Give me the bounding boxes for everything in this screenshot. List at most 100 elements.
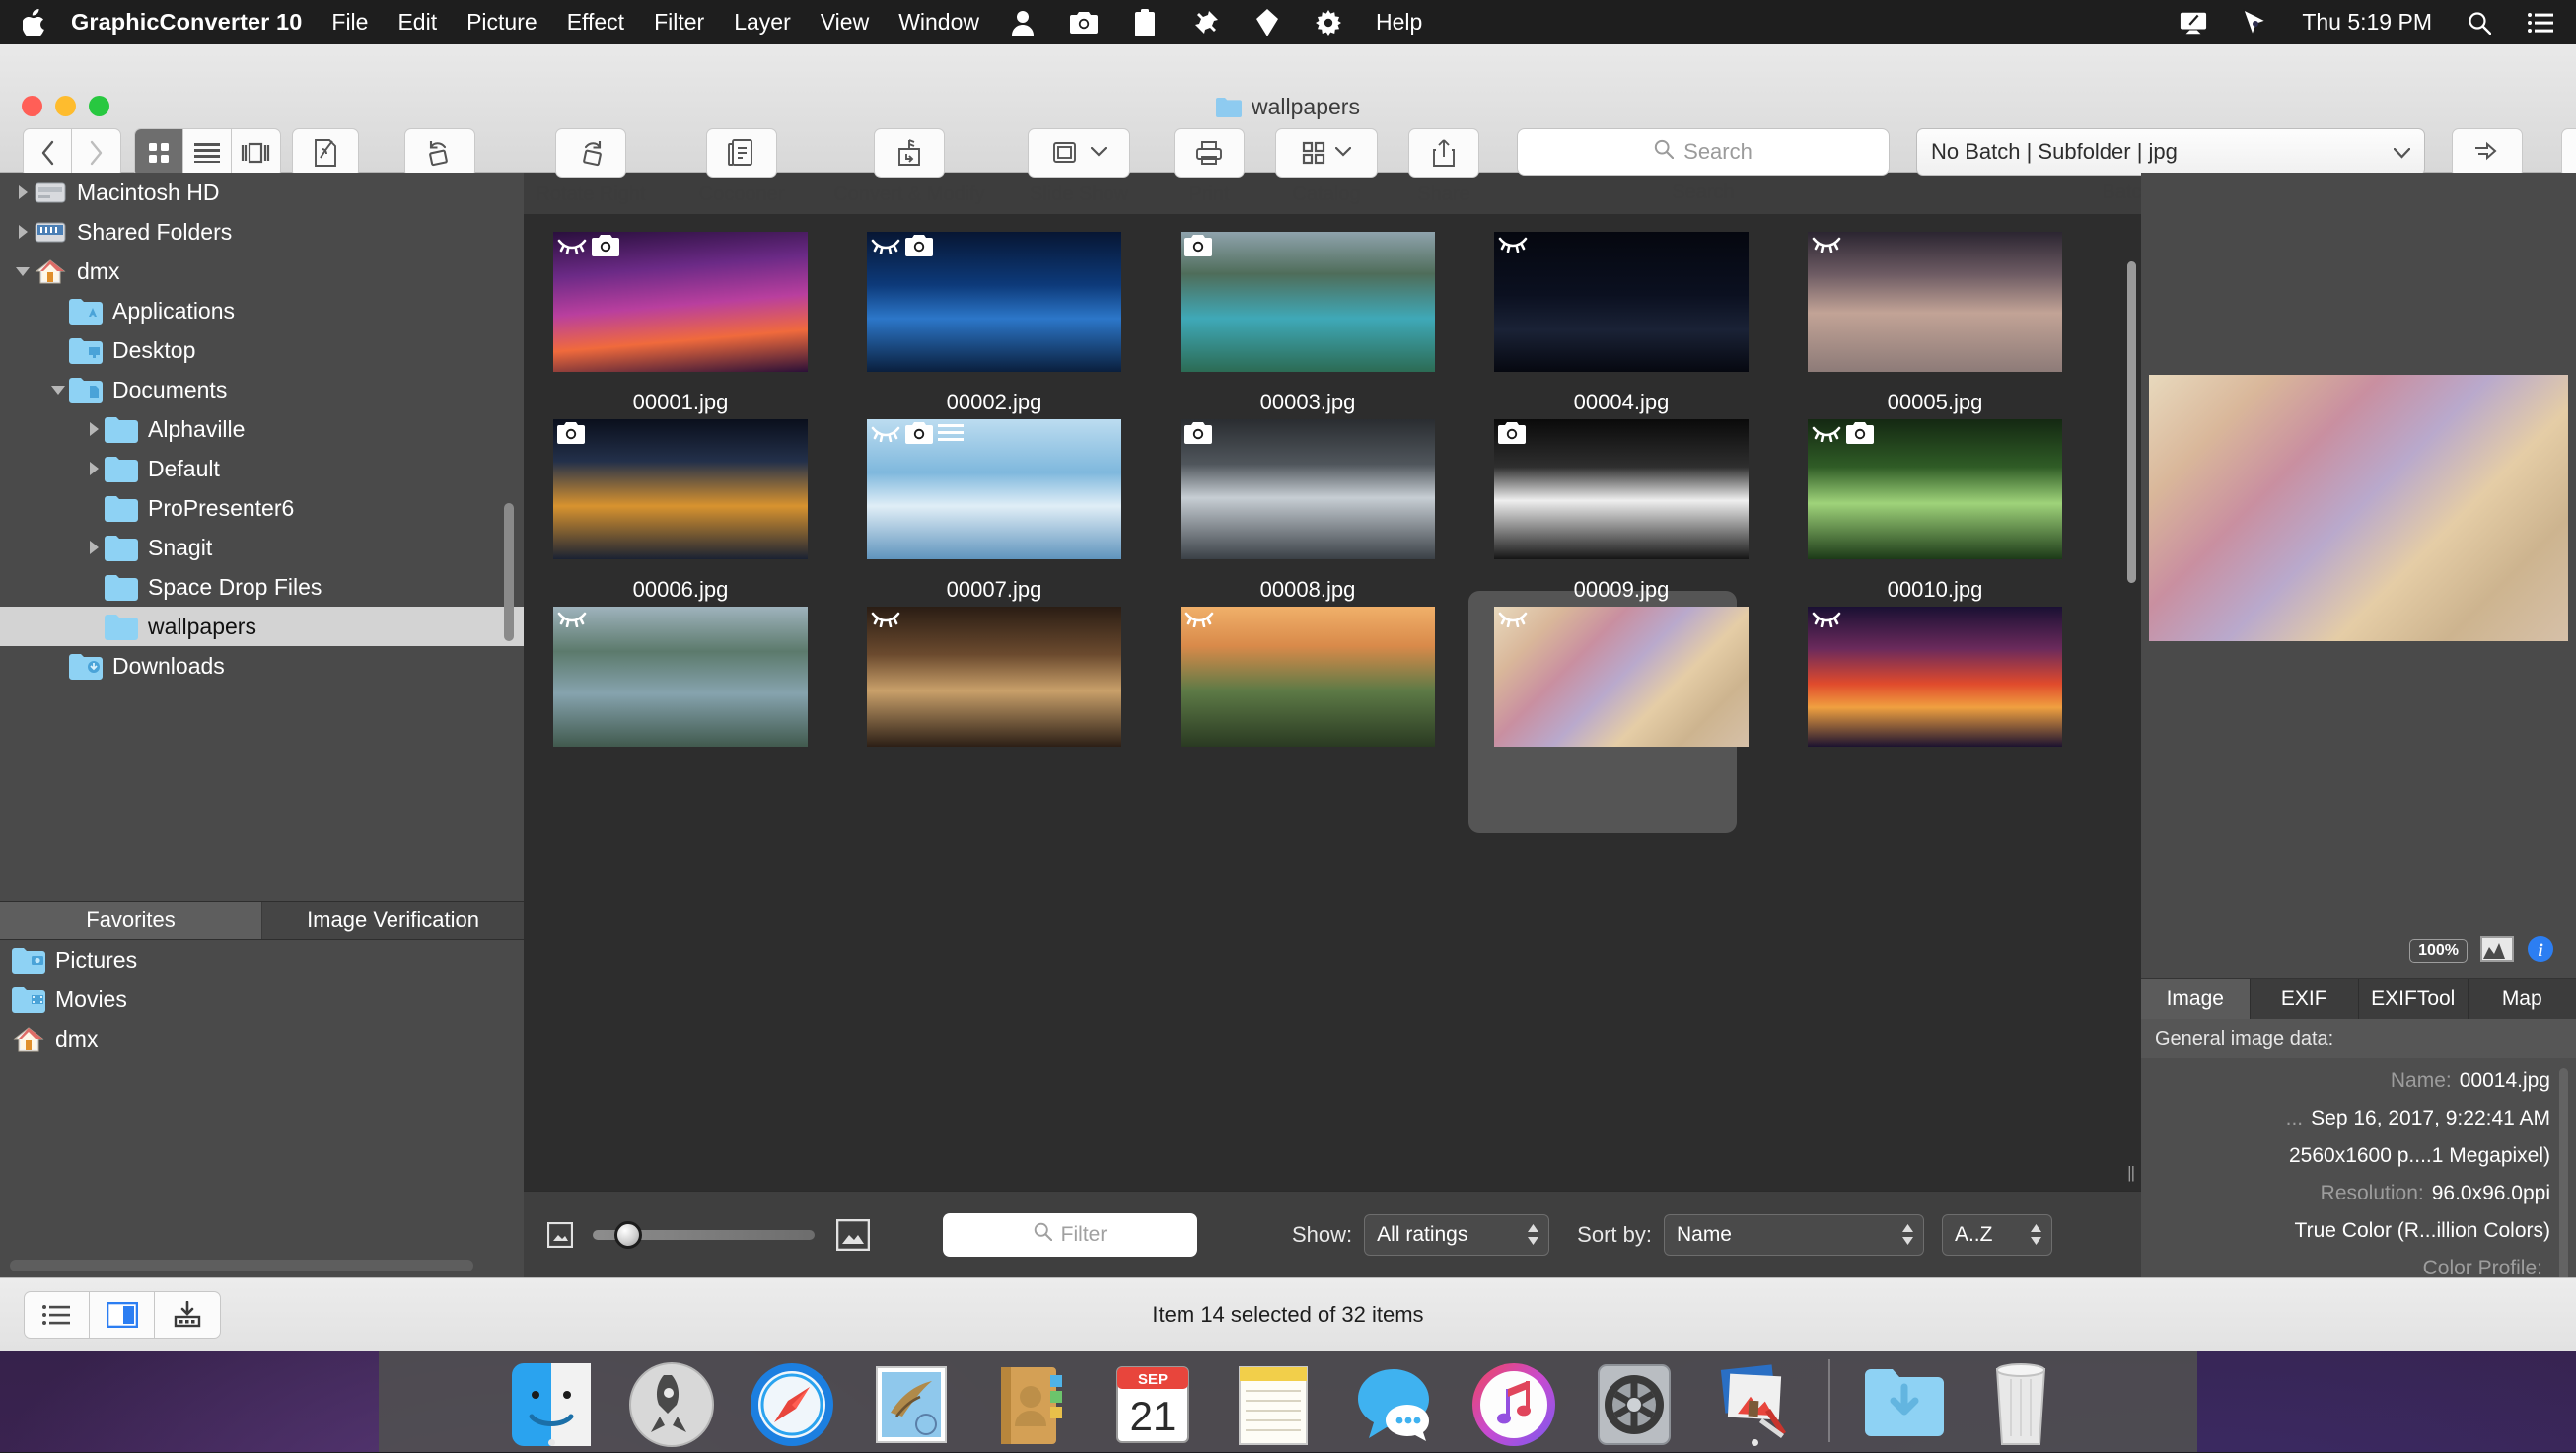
tab-image-verification[interactable]: Image Verification [262,902,524,939]
thumbnail-image-wrap[interactable] [1808,419,2062,559]
gear-icon[interactable] [2561,128,2576,178]
favorites-list[interactable]: PicturesMoviesdmx [0,940,524,1127]
small-thumbnail-icon[interactable] [547,1222,573,1248]
thumbnail-cell[interactable]: 00007.jpg [837,401,1151,589]
dock-item-launchpad[interactable] [611,1351,732,1448]
thumbnail-image[interactable] [867,232,1121,372]
slider-knob[interactable] [614,1221,642,1249]
thumbnail-cell[interactable]: 00010.jpg [1778,401,2092,589]
thumbnail-cell[interactable] [1151,589,1465,776]
search-input[interactable]: Search [1517,128,1890,176]
dock-item-itunes[interactable] [1454,1351,1574,1448]
grid-scrollbar[interactable] [2125,214,2138,1191]
tree-item-snagit[interactable]: Snagit [0,528,524,567]
launchpad-icon[interactable] [628,1361,715,1448]
thumbnail-image[interactable] [1808,607,2062,747]
tree-item-downloads[interactable]: Downloads [0,646,524,686]
thumbnail-image[interactable] [867,607,1121,747]
itunes-icon[interactable] [1470,1361,1557,1448]
graphicconverter-icon[interactable] [1711,1361,1798,1448]
large-thumbnail-icon[interactable] [836,1219,870,1251]
thumbnail-size-slider[interactable] [593,1230,815,1240]
info-circle-icon[interactable]: i [2527,935,2554,968]
thumbnail-image[interactable] [1181,419,1435,559]
dock-item-graphicconverter[interactable] [1694,1351,1815,1448]
tab-image[interactable]: Image [2141,979,2251,1019]
thumbnail-image-wrap[interactable] [1808,607,2062,747]
thumbnail-cell[interactable]: 00004.jpg [1465,214,1778,401]
dock-item-finder[interactable] [491,1351,611,1448]
chevron-down-icon[interactable] [1091,144,1107,162]
favorite-item-dmx[interactable]: dmx [0,1019,524,1058]
tree-item-shared-folders[interactable]: Shared Folders [0,212,524,252]
thumbnail-image-wrap[interactable] [1494,232,1749,372]
calendar-icon[interactable]: SEP21 [1109,1361,1196,1448]
thumbnail-image-wrap[interactable] [867,419,1121,559]
tree-item-alphaville[interactable]: Alphaville [0,409,524,449]
tree-item-wallpapers[interactable]: wallpapers [0,607,524,646]
share-icon[interactable] [1408,128,1479,178]
thumbnail-cell[interactable]: 00006.jpg [524,401,837,589]
airplay-display-icon[interactable] [2180,9,2207,36]
tree-item-macintosh-hd[interactable]: Macintosh HD [0,173,524,212]
rotate-right-icon[interactable] [555,128,626,178]
clipboard-icon[interactable] [1131,9,1159,36]
pushpin-icon[interactable] [1192,9,1220,36]
dock-item-safari[interactable] [732,1351,852,1448]
filter-input[interactable]: Filter [943,1213,1197,1257]
disclosure-triangle-open-icon[interactable] [12,264,34,278]
tab-exiftool[interactable]: EXIFTool [2359,979,2469,1019]
thumbnail-image-wrap[interactable] [1494,419,1749,559]
thumbnail-image[interactable] [1808,419,2062,559]
notes-icon[interactable] [1230,1361,1317,1448]
panel-resize-grip[interactable]: || [2127,1163,2134,1183]
view-filmstrip-button[interactable] [232,129,280,177]
diamond-icon[interactable] [1253,9,1281,36]
chevron-down-icon[interactable] [1335,144,1351,162]
menu-window[interactable]: Window [898,9,979,36]
thumbnail-cell[interactable]: 00005.jpg [1778,214,2092,401]
contacts-icon[interactable] [989,1361,1076,1448]
slide-show-icon[interactable] [1028,128,1130,178]
cursor-arrow-icon[interactable] [2241,9,2268,36]
view-thumbnails-button[interactable] [135,129,183,177]
back-forward-segment[interactable] [23,128,121,178]
menu-help[interactable]: Help [1376,9,1422,36]
tab-map[interactable]: Map [2469,979,2576,1019]
thumbnail-image[interactable] [1181,607,1435,747]
histogram-icon[interactable] [2480,936,2514,967]
thumbnail-image-wrap[interactable] [1808,232,2062,372]
tab-favorites[interactable]: Favorites [0,902,262,939]
printer-icon[interactable] [1174,128,1245,178]
stepper-icon[interactable] [2030,1224,2042,1245]
rotate-left-icon[interactable] [404,128,475,178]
apple-logo-icon[interactable] [22,8,47,37]
dock-item-downloads-folder[interactable] [1844,1351,1965,1448]
menubar-clock[interactable]: Thu 5:19 PM [2302,9,2432,36]
favorite-item-movies[interactable]: Movies [0,980,524,1019]
menu-filter[interactable]: Filter [654,9,704,36]
thumbnail-image-wrap[interactable] [1494,607,1749,747]
thumbnail-image[interactable] [1494,232,1749,372]
sidebar-horizontal-scrollbar[interactable] [10,1260,473,1271]
list-lines-icon[interactable] [2527,9,2554,36]
thumbnail-image[interactable] [553,607,808,747]
thumbnail-cell[interactable] [837,589,1151,776]
downloads-folder-icon[interactable] [1861,1361,1948,1448]
gear-icon[interactable] [1315,9,1342,36]
tree-item-documents[interactable]: Documents [0,370,524,409]
thumbnail-cell[interactable]: 00002.jpg [837,214,1151,401]
thumbnail-image[interactable] [867,419,1121,559]
sort-by-select[interactable]: Name [1664,1214,1924,1256]
dock-item-system-preferences[interactable] [1574,1351,1694,1448]
show-ratings-select[interactable]: All ratings [1364,1214,1549,1256]
thumbnail-image[interactable] [553,232,808,372]
open-icon[interactable] [292,128,359,178]
thumbnail-cell[interactable]: 00009.jpg [1465,401,1778,589]
thumbnail-cell[interactable]: 00003.jpg [1151,214,1465,401]
view-list-button[interactable] [183,129,232,177]
tree-item-propresenter6[interactable]: ProPresenter6 [0,488,524,528]
finder-icon[interactable] [508,1361,595,1448]
forward-button[interactable] [72,129,120,177]
folder-tree[interactable]: Macintosh HDShared FoldersdmxApplication… [0,173,524,759]
